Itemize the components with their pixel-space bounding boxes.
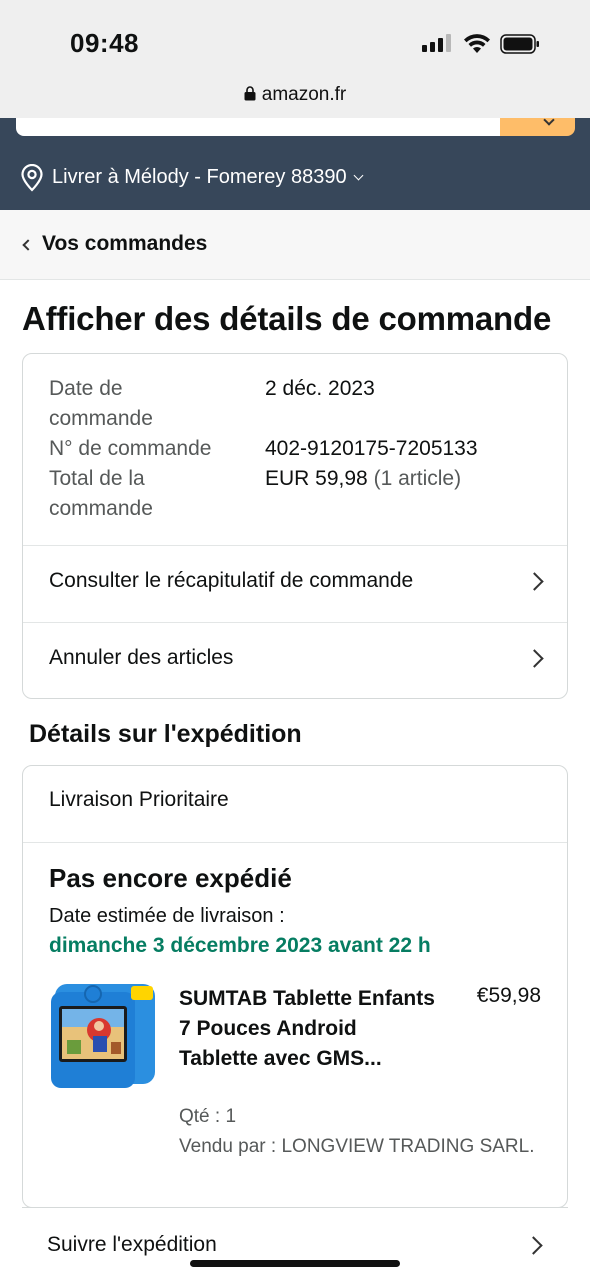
order-total-items: (1 article) (373, 467, 462, 490)
deliver-to-label: Livrer à Mélody - Fomerey 88390 (52, 166, 347, 188)
product-title[interactable]: SUMTAB Tablette Enfants 7 Pouces Android… (179, 984, 439, 1074)
chevron-right-icon (524, 1236, 543, 1255)
order-number-value: 402-9120175-7205133 (265, 437, 478, 460)
cellular-signal-icon (422, 34, 451, 52)
track-shipment-link[interactable]: Suivre l'expédition (22, 1207, 568, 1280)
track-shipment-label: Suivre l'expédition (47, 1233, 217, 1256)
home-indicator[interactable] (190, 1260, 400, 1267)
search-input[interactable] (16, 118, 506, 136)
search-bar (0, 114, 590, 144)
chevron-right-icon (525, 572, 544, 591)
view-order-summary-link[interactable]: Consulter le récapitulatif de commande (23, 545, 567, 622)
search-button[interactable] (500, 114, 575, 136)
chevron-down-icon (353, 170, 364, 181)
shipment-status: Pas encore expédié (49, 863, 292, 893)
chevron-left-icon (22, 239, 34, 251)
shipping-method: Livraison Prioritaire (49, 788, 229, 811)
product-seller: Vendu par : LONGVIEW TRADING SARL. (179, 1136, 535, 1157)
page-title: Afficher des détails de commande (22, 300, 552, 337)
order-summary-card: Date de commande 2 déc. 2023 N° de comma… (22, 353, 568, 699)
view-order-summary-label: Consulter le récapitulatif de commande (49, 569, 414, 592)
order-number-label: N° de commande (49, 437, 212, 460)
breadcrumb-back[interactable]: Vos commandes (0, 210, 590, 280)
chevron-right-icon (525, 649, 544, 668)
order-total-label-line2: commande (49, 497, 153, 520)
battery-icon (500, 34, 539, 54)
shipment-section-title: Détails sur l'expédition (29, 720, 302, 748)
back-label: Vos commandes (42, 232, 208, 255)
order-date-value: 2 déc. 2023 (265, 377, 375, 400)
cancel-items-label: Annuler des articles (49, 646, 234, 669)
delivery-estimate-label: Date estimée de livraison : (49, 905, 285, 927)
kids-tablet-image[interactable] (49, 982, 159, 1090)
divider (23, 842, 567, 843)
status-time: 09:48 (70, 28, 139, 58)
cancel-items-link[interactable]: Annuler des articles (23, 622, 567, 698)
product-price: €59,98 (476, 984, 541, 1007)
order-total-value: EUR 59,98 (265, 467, 368, 490)
deliver-to-bar[interactable]: Livrer à Mélody - Fomerey 88390 (0, 144, 590, 210)
wifi-icon (464, 34, 490, 53)
delivery-estimate-date: dimanche 3 décembre 2023 avant 22 h (49, 934, 431, 957)
shipment-card: Livraison Prioritaire Pas encore expédié… (22, 765, 568, 1208)
order-date-label-line2: commande (49, 407, 153, 430)
browser-url-bar[interactable]: amazon.fr (0, 74, 590, 118)
order-date-label-line1: Date de (49, 377, 123, 400)
url-text: amazon.fr (261, 84, 347, 105)
location-pin-icon (21, 164, 43, 192)
status-bar: 09:48 (0, 0, 590, 74)
order-total-label-line1: Total de la (49, 467, 145, 490)
product-quantity: Qté : 1 (179, 1106, 237, 1127)
lock-icon (244, 86, 256, 101)
